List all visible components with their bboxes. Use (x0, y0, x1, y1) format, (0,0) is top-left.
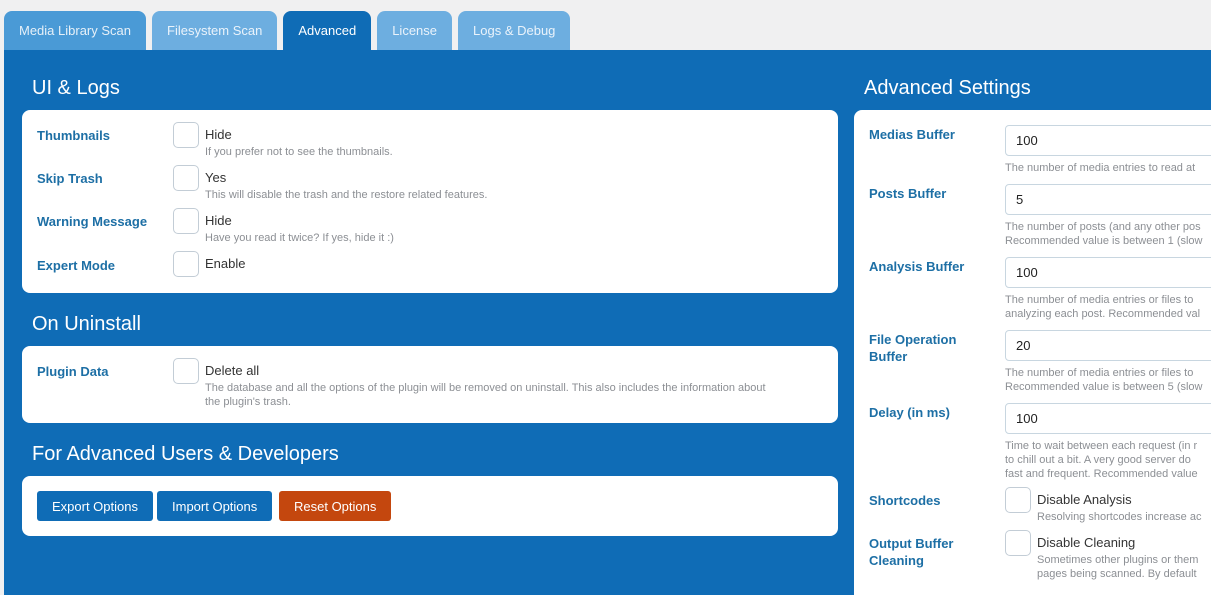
thumbnails-checkbox[interactable] (173, 122, 199, 148)
shortcodes-option: Disable Analysis (1037, 492, 1132, 507)
delay-input[interactable]: 100 (1005, 403, 1211, 434)
file-operation-buffer-label-2: Buffer (869, 349, 908, 364)
analysis-buffer-input[interactable]: 100 (1005, 257, 1211, 288)
output-buffer-label-1: Output Buffer (869, 536, 954, 551)
output-buffer-desc-2: pages being scanned. By default (1037, 568, 1197, 580)
developers-title: For Advanced Users & Developers (32, 443, 339, 465)
analysis-buffer-desc-2: analyzing each post. Recommended val (1005, 308, 1201, 320)
warning-message-option: Hide (205, 213, 232, 228)
tab-advanced[interactable]: Advanced (283, 11, 372, 50)
thumbnails-option: Hide (205, 127, 232, 142)
delay-desc-3: fast and frequent. Recommended value (1005, 468, 1198, 480)
file-operation-buffer-input[interactable]: 20 (1005, 330, 1211, 361)
expert-mode-label: Expert Mode (37, 258, 116, 273)
warning-message-checkbox[interactable] (173, 208, 199, 234)
warning-message-label: Warning Message (37, 214, 148, 229)
plugin-data-desc-line2: the plugin's trash. (205, 396, 291, 408)
uninstall-card: Plugin Data Delete all The database and … (22, 346, 838, 423)
expert-mode-checkbox[interactable] (173, 251, 199, 277)
skip-trash-checkbox[interactable] (173, 165, 199, 191)
plugin-data-option: Delete all (205, 363, 260, 378)
medias-buffer-label: Medias Buffer (869, 127, 955, 142)
plugin-data-label: Plugin Data (37, 364, 109, 379)
delay-label: Delay (in ms) (869, 405, 950, 420)
export-options-button[interactable]: Export Options (37, 491, 153, 521)
uninstall-title: On Uninstall (32, 313, 141, 335)
skip-trash-label: Skip Trash (37, 171, 103, 186)
plugin-data-checkbox[interactable] (173, 358, 199, 384)
tab-bar: Media Library Scan Filesystem Scan Advan… (4, 11, 576, 50)
output-buffer-option: Disable Cleaning (1037, 535, 1136, 550)
file-operation-buffer-label-1: File Operation (869, 332, 957, 347)
file-operation-buffer-desc-2: Recommended value is between 5 (slow (1005, 381, 1203, 393)
posts-buffer-desc-1: The number of posts (and any other pos (1005, 221, 1201, 233)
plugin-data-desc-line1: The database and all the options of the … (205, 382, 766, 394)
output-buffer-desc-1: Sometimes other plugins or them (1037, 554, 1199, 566)
thumbnails-label: Thumbnails (37, 128, 110, 143)
delay-desc-1: Time to wait between each request (in r (1005, 440, 1198, 452)
ui-logs-card: Thumbnails Hide If you prefer not to see… (22, 110, 838, 293)
tab-filesystem-scan[interactable]: Filesystem Scan (152, 11, 278, 50)
tab-media-library-scan[interactable]: Media Library Scan (4, 11, 146, 50)
advanced-settings-card: Medias Buffer 100 The number of media en… (854, 110, 1211, 595)
skip-trash-desc: This will disable the trash and the rest… (205, 189, 488, 201)
posts-buffer-desc-2: Recommended value is between 1 (slow (1005, 235, 1203, 247)
analysis-buffer-label: Analysis Buffer (869, 259, 965, 274)
thumbnails-desc: If you prefer not to see the thumbnails. (205, 146, 393, 158)
warning-message-desc: Have you read it twice? If yes, hide it … (205, 232, 394, 244)
shortcodes-desc: Resolving shortcodes increase ac (1037, 511, 1202, 523)
tab-license[interactable]: License (377, 11, 453, 50)
developers-card: Export Options Import Options Reset Opti… (22, 476, 838, 536)
medias-buffer-input[interactable]: 100 (1005, 125, 1211, 156)
skip-trash-option: Yes (205, 170, 227, 185)
import-options-button[interactable]: Import Options (157, 491, 273, 521)
posts-buffer-input[interactable]: 5 (1005, 184, 1211, 215)
file-operation-buffer-desc-1: The number of media entries or files to (1005, 367, 1194, 379)
analysis-buffer-desc-1: The number of media entries or files to (1005, 294, 1194, 306)
settings-panel: UI & Logs Thumbnails Hide If you prefer … (4, 50, 1211, 595)
delay-desc-2: to chill out a bit. A very good server d… (1005, 454, 1191, 466)
output-buffer-checkbox[interactable] (1005, 530, 1031, 556)
output-buffer-label-2: Cleaning (869, 553, 924, 568)
advanced-settings-title: Advanced Settings (864, 77, 1031, 99)
expert-mode-option: Enable (205, 256, 246, 271)
medias-buffer-desc: The number of media entries to read at (1005, 162, 1196, 174)
shortcodes-checkbox[interactable] (1005, 487, 1031, 513)
posts-buffer-label: Posts Buffer (869, 186, 947, 201)
shortcodes-label: Shortcodes (869, 493, 941, 508)
tab-logs-debug[interactable]: Logs & Debug (458, 11, 571, 50)
ui-logs-title: UI & Logs (32, 77, 120, 99)
reset-options-button[interactable]: Reset Options (279, 491, 392, 521)
